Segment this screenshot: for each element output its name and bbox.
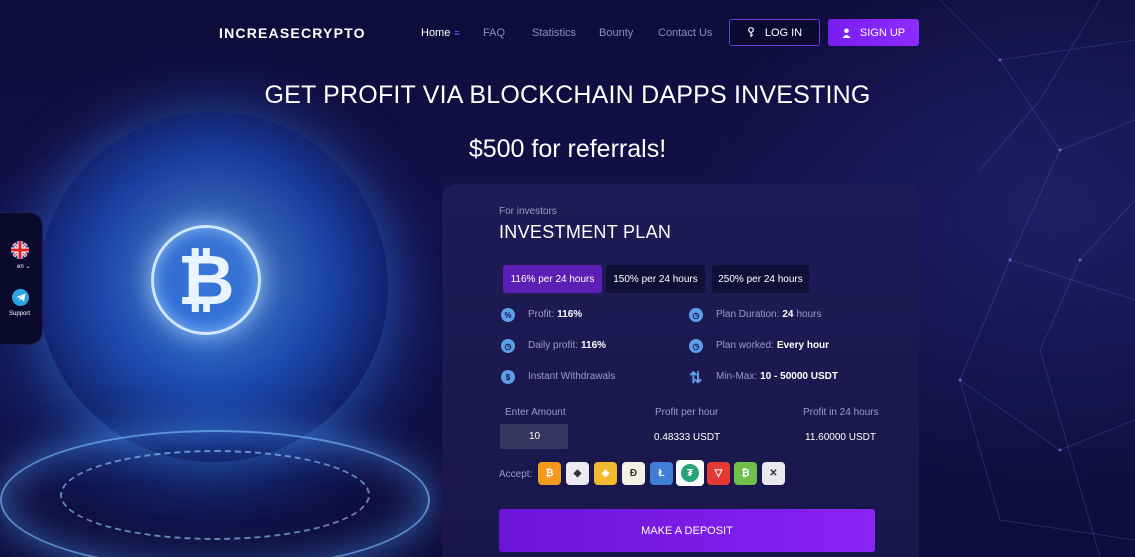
tron-glyph: ▽	[714, 468, 723, 479]
login-label: LOG IN	[764, 26, 803, 39]
chevron-down-icon: ⌄	[25, 264, 31, 270]
bitcoin-icon[interactable]: ₿	[538, 462, 561, 485]
feature-withdrawals: Instant Withdrawals	[528, 371, 615, 382]
clock-icon: ◷	[689, 308, 703, 322]
dollar-icon: $	[501, 370, 515, 384]
tether-glyph: ₮	[681, 464, 699, 482]
amount-label: Enter Amount	[505, 407, 566, 418]
ripple-icon[interactable]: ✕	[762, 462, 785, 485]
accept-label: Accept:	[499, 469, 533, 480]
tron-icon[interactable]: ▽	[707, 462, 730, 485]
daily-label: Daily profit:	[528, 340, 579, 351]
brand-logo[interactable]: INCREASECRYPTO	[219, 25, 366, 41]
percent-icon: %	[501, 308, 515, 322]
worked-value: Every hour	[776, 340, 830, 351]
clock-icon: ◷	[689, 339, 703, 353]
transfer-arrows-icon: ⇅	[689, 370, 703, 387]
profit-label: Profit:	[528, 309, 555, 320]
profit-day-label: Profit in 24 hours	[803, 407, 879, 418]
tab-plan-116[interactable]: 116% per 24 hours	[503, 265, 602, 293]
nav-home[interactable]: Home	[421, 27, 460, 39]
feature-duration: Plan Duration: 24 hours	[716, 309, 822, 320]
daily-value: 116%	[581, 340, 607, 351]
bitcoin-emblem-icon: ₿	[151, 225, 261, 335]
amount-input[interactable]: 10	[500, 424, 568, 449]
binance-icon[interactable]: ◈	[594, 462, 617, 485]
user-icon	[842, 28, 851, 38]
worked-label: Plan worked:	[716, 340, 774, 351]
feature-daily-profit: Daily profit: 116%	[528, 340, 606, 351]
withdrawals-label: Instant Withdrawals	[528, 371, 616, 382]
language-label: en	[17, 264, 24, 270]
investment-plan-card: For investors INVESTMENT PLAN 116% per 2…	[442, 184, 919, 557]
profit-day-value: 11.60000 USDT	[805, 432, 876, 443]
signup-button[interactable]: SIGN UP	[828, 19, 919, 46]
nav-faq[interactable]: FAQ	[483, 27, 505, 39]
make-deposit-button[interactable]: MAKE A DEPOSIT	[499, 509, 875, 552]
clock-icon: ◷	[501, 339, 515, 353]
feature-min-max: Min-Max: 10 - 50000 USDT	[716, 371, 838, 382]
dogecoin-icon[interactable]: Ð	[622, 462, 645, 485]
card-eyebrow: For investors	[499, 206, 557, 217]
profit-hour-value: 0.48333 USDT	[654, 432, 721, 443]
ethereum-icon[interactable]: ◆	[566, 462, 589, 485]
ripple-glyph: ✕	[769, 468, 778, 479]
nav-bounty[interactable]: Bounty	[599, 27, 633, 39]
language-selector[interactable]: en ⌄	[17, 263, 30, 270]
feature-profit: Profit: 116%	[528, 309, 582, 320]
signup-label: SIGN UP	[859, 26, 906, 39]
litecoin-icon[interactable]: Ł	[650, 462, 673, 485]
card-title: INVESTMENT PLAN	[499, 222, 672, 242]
feature-plan-worked: Plan worked: Every hour	[716, 340, 829, 351]
support-label[interactable]: Support	[9, 311, 30, 317]
hero-title: GET PROFIT VIA BLOCKCHAIN DAPPS INVESTIN…	[264, 81, 871, 109]
minmax-value: 10 - 50000 USDT	[760, 371, 838, 382]
dogecoin-glyph: Ð	[629, 468, 638, 479]
duration-value: 24	[782, 309, 794, 320]
profit-value: 116%	[557, 309, 583, 320]
minmax-label: Min-Max:	[716, 371, 758, 382]
key-icon	[747, 27, 754, 37]
binance-glyph: ◈	[601, 468, 610, 479]
tab-plan-250[interactable]: 250% per 24 hours	[712, 265, 809, 293]
hero-subtitle: $500 for referrals!	[468, 135, 667, 163]
duration-unit: hours	[796, 309, 822, 320]
tether-icon[interactable]: ₮	[676, 460, 704, 486]
login-button[interactable]: LOG IN	[729, 19, 820, 46]
nav-statistics[interactable]: Statistics	[532, 27, 576, 39]
tab-plan-150[interactable]: 150% per 24 hours	[606, 265, 705, 293]
uk-flag-icon[interactable]	[11, 241, 29, 259]
profit-hour-label: Profit per hour	[655, 407, 719, 418]
litecoin-glyph: Ł	[658, 468, 665, 479]
ethereum-glyph: ◆	[573, 468, 582, 479]
telegram-icon[interactable]	[12, 289, 29, 306]
duration-label: Plan Duration:	[716, 309, 780, 320]
bitcoin-cash-glyph: ₿	[741, 468, 750, 479]
bitcoin-cash-icon[interactable]: ₿	[734, 462, 757, 485]
nav-contact-us[interactable]: Contact Us	[658, 27, 712, 39]
side-panel: en ⌄ Support	[0, 212, 43, 345]
bitcoin-glyph: ₿	[545, 468, 554, 479]
platform-ring-inner	[60, 450, 370, 540]
